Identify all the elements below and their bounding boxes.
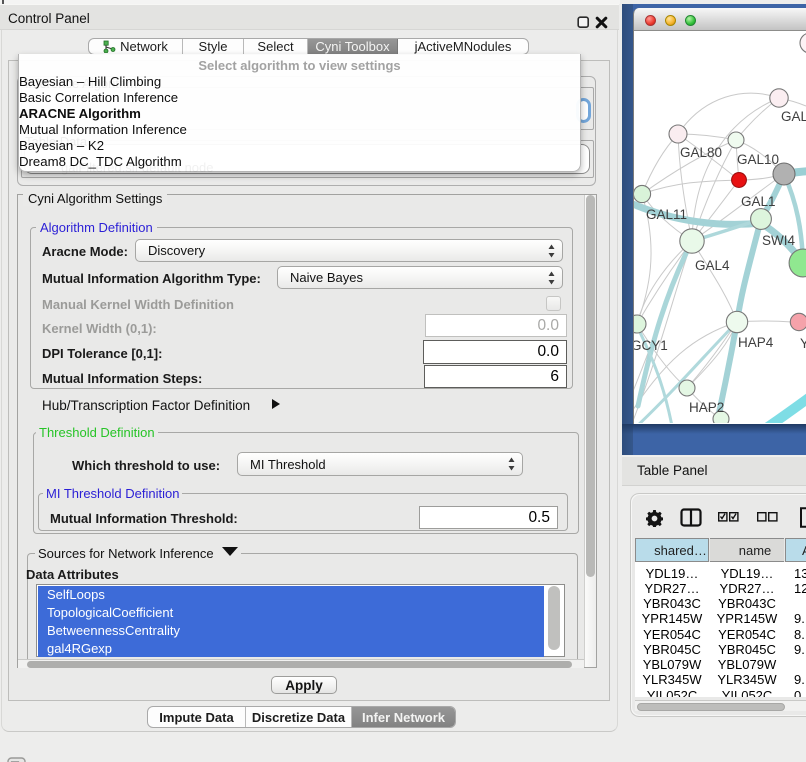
svg-text:GAL: GAL bbox=[781, 109, 806, 124]
svg-text:GAL80: GAL80 bbox=[680, 145, 722, 160]
svg-text:GAL1: GAL1 bbox=[741, 194, 776, 209]
svg-text:HAP2: HAP2 bbox=[689, 400, 724, 415]
svg-text:GCY1: GCY1 bbox=[634, 338, 668, 353]
svg-text:SWI4: SWI4 bbox=[762, 233, 795, 248]
svg-text:GAL4: GAL4 bbox=[695, 258, 730, 273]
svg-text:GAL10: GAL10 bbox=[737, 152, 779, 167]
svg-text:GAL11: GAL11 bbox=[646, 207, 687, 222]
svg-text:HAP4: HAP4 bbox=[738, 335, 774, 350]
svg-text:Y: Y bbox=[800, 336, 806, 351]
